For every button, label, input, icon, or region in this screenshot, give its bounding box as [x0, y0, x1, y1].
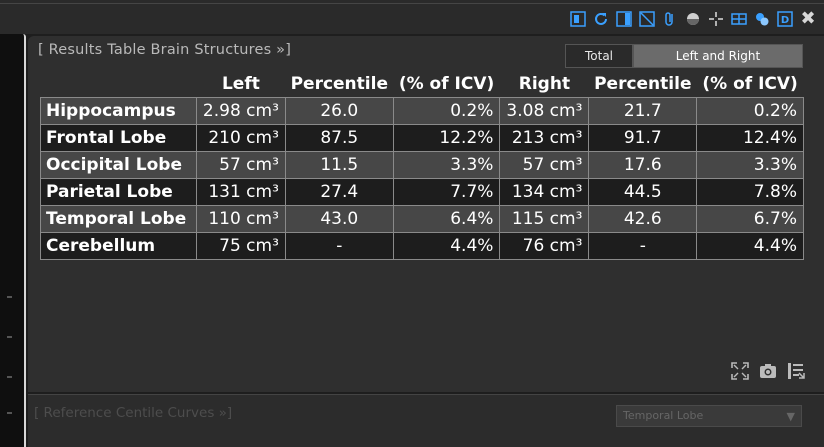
right-volume-cell: 134 cm³ — [499, 177, 590, 206]
left-volume-cell: 75 cm³ — [195, 231, 286, 260]
d-icon[interactable]: D — [775, 9, 795, 29]
left-volume-cell: 131 cm³ — [195, 177, 286, 206]
crosshair-icon[interactable] — [706, 9, 726, 29]
structure-name-cell: Parietal Lobe — [40, 177, 197, 206]
structure-name-cell: Cerebellum — [40, 231, 197, 260]
tick-mark — [7, 296, 12, 298]
left-icv-cell: 12.2% — [392, 123, 501, 152]
left-icv-cell: 7.7% — [392, 177, 501, 206]
right-icv-cell: 0.2% — [696, 96, 804, 125]
panel-actions — [730, 361, 806, 381]
header-left-percentile: Percentile — [290, 73, 388, 94]
left-icv-cell: 4.4% — [392, 231, 501, 260]
left-percentile-cell: 26.0 — [284, 96, 394, 125]
svg-text:D: D — [781, 15, 789, 26]
left-icv-cell: 6.4% — [392, 204, 501, 233]
right-percentile-cell: 17.6 — [588, 150, 698, 179]
right-volume-cell: 57 cm³ — [499, 150, 590, 179]
split-view-icon[interactable] — [614, 9, 634, 29]
left-viewport-strip — [0, 34, 26, 447]
table-row[interactable]: Cerebellum 75 cm³ -4.4% 76 cm³ -4.4% — [40, 231, 804, 260]
tick-mark — [7, 412, 12, 414]
grid-icon[interactable] — [729, 9, 749, 29]
reference-curves-panel: [ Reference Centile Curves »] Temporal L… — [28, 394, 824, 447]
left-volume-cell: 2.98 cm³ — [195, 96, 286, 125]
header-right: Right — [518, 73, 571, 94]
expand-icon[interactable] — [730, 361, 750, 381]
header-right-percentile: Percentile — [594, 73, 692, 94]
results-panel: [ Results Table Brain Structures »] Tota… — [28, 36, 824, 392]
table-row[interactable]: Hippocampus 2.98 cm³ 26.0 0.2% 3.08 cm³ 21.7 0… — [40, 96, 804, 125]
reference-curves-title[interactable]: [ Reference Centile Curves »] — [34, 405, 232, 421]
left-percentile-cell: 87.5 — [284, 123, 394, 152]
panel-title[interactable]: [ Results Table Brain Structures »] — [38, 42, 291, 58]
right-volume-cell: 3.08 cm³ — [499, 96, 590, 125]
header-structure — [41, 71, 197, 97]
table-row[interactable]: Temporal Lobe 110 cm³ 43.0 6.4% 115 cm³ 42.6 6… — [40, 204, 804, 233]
attach-icon[interactable] — [660, 9, 680, 29]
left-percentile-cell: - — [284, 231, 394, 260]
tab-bar: Total Left and Right — [565, 44, 803, 68]
camera-icon[interactable] — [758, 361, 778, 381]
right-percentile-cell: 44.5 — [588, 177, 698, 206]
structure-select-value: Temporal Lobe — [623, 409, 704, 422]
right-icv-cell: 6.7% — [696, 204, 804, 233]
refresh-icon[interactable] — [591, 9, 611, 29]
right-percentile-cell: 21.7 — [588, 96, 698, 125]
crop-icon[interactable] — [637, 9, 657, 29]
table-row[interactable]: Frontal Lobe 210 cm³ 87.5 12.2% 213 cm³ 91.7 1… — [40, 123, 804, 152]
table-row[interactable]: Parietal Lobe 131 cm³ 27.4 7.7% 134 cm³ 44.5 7… — [40, 177, 804, 206]
top-bar-divider — [0, 3, 824, 4]
left-volume-cell: 57 cm³ — [195, 150, 286, 179]
link-icon[interactable] — [752, 9, 772, 29]
structure-name-cell: Hippocampus — [40, 96, 197, 125]
left-volume-cell: 110 cm³ — [195, 204, 286, 233]
right-icv-cell: 12.4% — [696, 123, 804, 152]
structure-select[interactable]: Temporal Lobe ▼ — [616, 405, 802, 427]
header-right-icv: (% of ICV) — [702, 73, 798, 94]
header-left: Left — [221, 73, 260, 94]
right-volume-cell: 115 cm³ — [499, 204, 590, 233]
structure-name-cell: Temporal Lobe — [40, 204, 197, 233]
right-icv-cell: 4.4% — [696, 231, 804, 260]
left-volume-cell: 210 cm³ — [195, 123, 286, 152]
left-percentile-cell: 11.5 — [284, 150, 394, 179]
viewer-toolbar: D ✖ — [568, 9, 818, 29]
left-icv-cell: 0.2% — [392, 96, 501, 125]
tick-mark — [7, 336, 12, 338]
tick-mark — [7, 376, 12, 378]
tab-total[interactable]: Total — [565, 44, 633, 68]
table-body: Hippocampus 2.98 cm³ 26.0 0.2% 3.08 cm³ 21.7 0… — [40, 96, 804, 260]
table-header-row: Left Percentile (% of ICV) Right Percent… — [41, 71, 804, 97]
right-volume-cell: 76 cm³ — [499, 231, 590, 260]
results-table: Left Percentile (% of ICV) Right Percent… — [40, 71, 804, 260]
right-icv-cell: 7.8% — [696, 177, 804, 206]
results-table-container: Left Percentile (% of ICV) Right Percent… — [40, 71, 804, 260]
right-percentile-cell: 42.6 — [588, 204, 698, 233]
layout-icon[interactable] — [568, 9, 588, 29]
structure-name-cell: Frontal Lobe — [40, 123, 197, 152]
contrast-icon[interactable] — [683, 9, 703, 29]
left-icv-cell: 3.3% — [392, 150, 501, 179]
right-volume-cell: 213 cm³ — [499, 123, 590, 152]
right-percentile-cell: 91.7 — [588, 123, 698, 152]
left-percentile-cell: 43.0 — [284, 204, 394, 233]
left-percentile-cell: 27.4 — [284, 177, 394, 206]
chevron-down-icon: ▼ — [786, 410, 795, 423]
right-percentile-cell: - — [588, 231, 698, 260]
table-row[interactable]: Occipital Lobe 57 cm³ 11.5 3.3% 57 cm³ 17.6 3.… — [40, 150, 804, 179]
header-left-icv: (% of ICV) — [398, 73, 495, 94]
tab-left-and-right[interactable]: Left and Right — [633, 44, 803, 68]
top-bar: D ✖ — [0, 0, 824, 34]
close-icon[interactable]: ✖ — [798, 9, 818, 29]
export-icon[interactable] — [786, 361, 806, 381]
structure-name-cell: Occipital Lobe — [40, 150, 197, 179]
right-icv-cell: 3.3% — [696, 150, 804, 179]
